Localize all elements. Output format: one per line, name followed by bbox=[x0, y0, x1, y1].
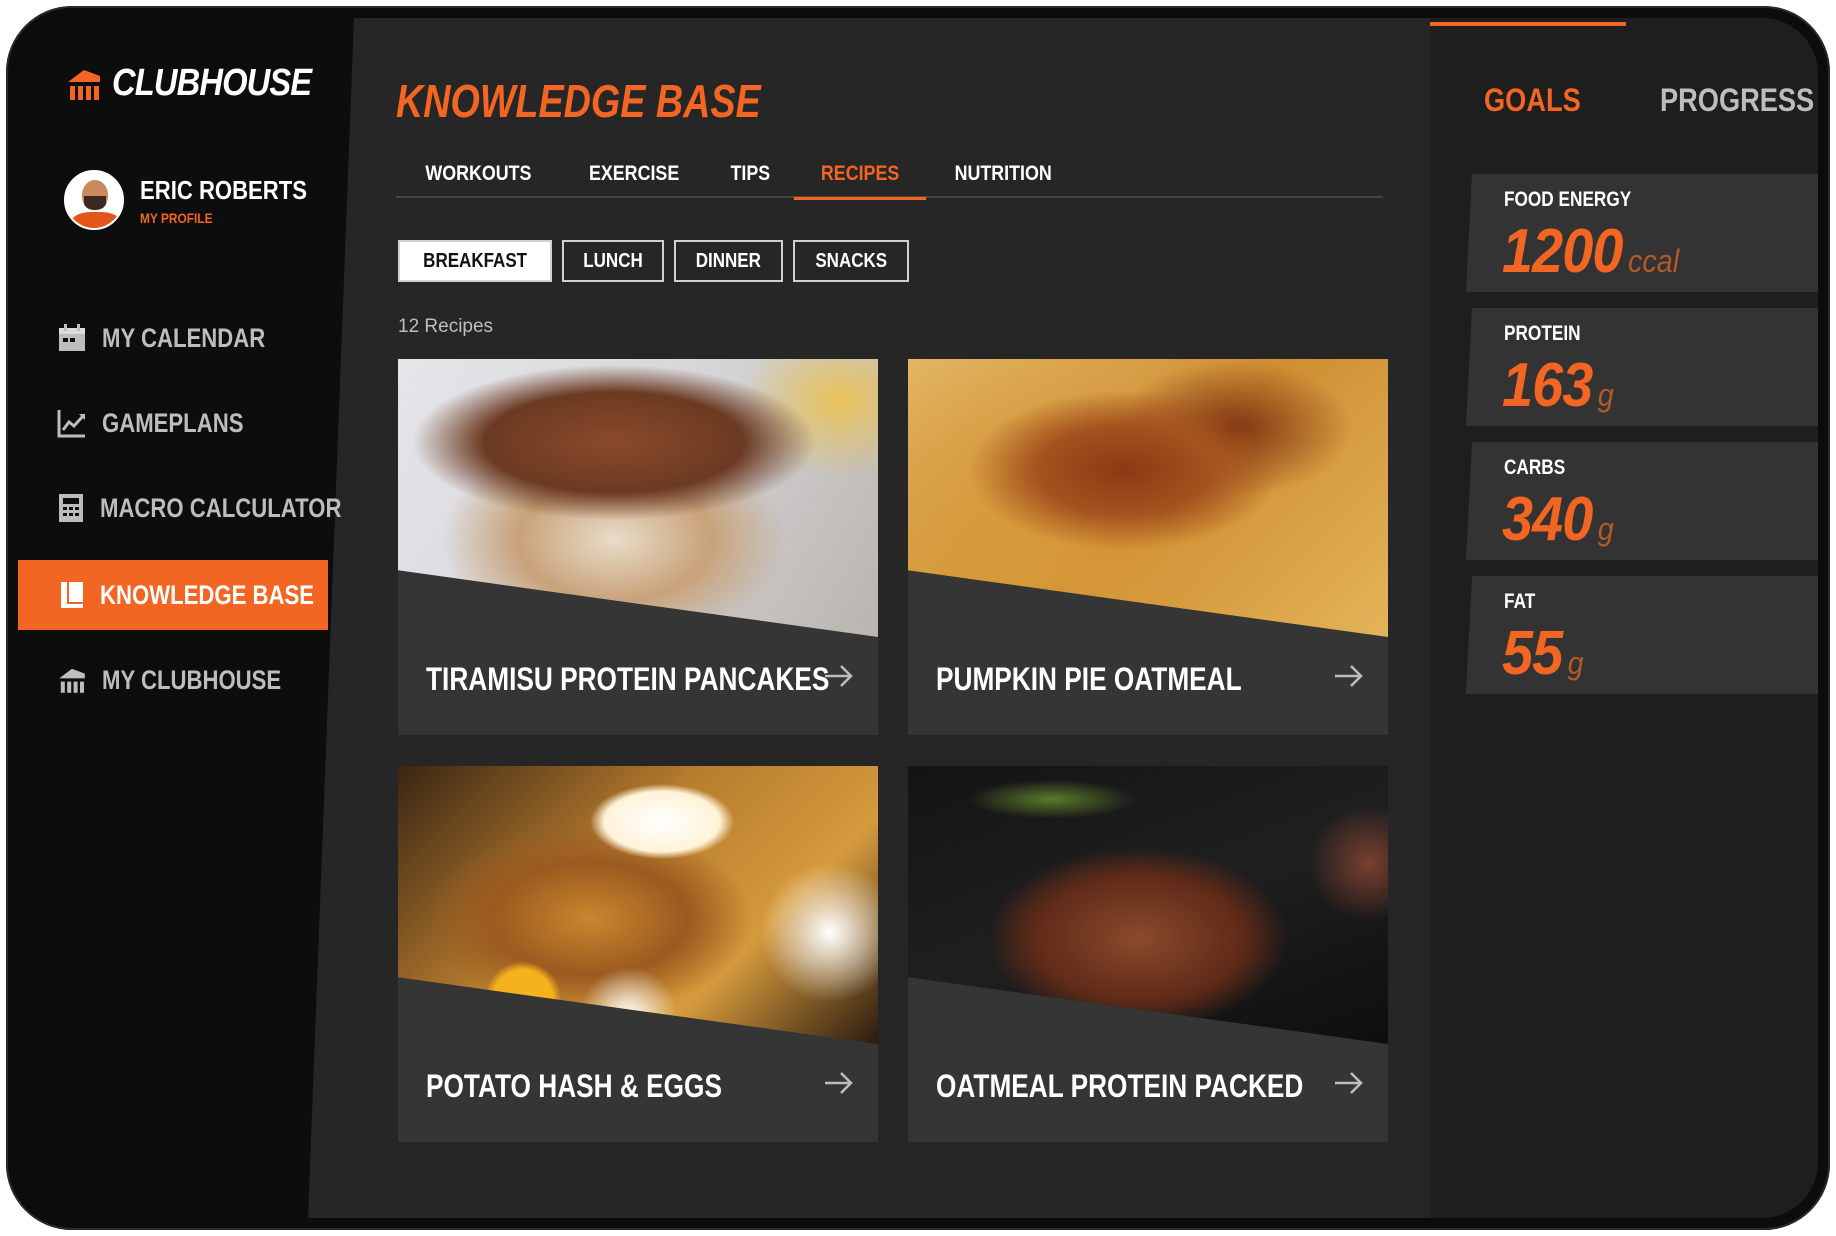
stat-value: 163 bbox=[1502, 351, 1593, 420]
stat-fat: FAT 55 g bbox=[1466, 576, 1818, 694]
sidebar-item-label: MY CLUBHOUSE bbox=[102, 664, 282, 695]
sidebar-item-label: MY CALENDAR bbox=[102, 322, 266, 353]
tab-goals[interactable]: GOALS bbox=[1484, 82, 1581, 119]
clubhouse-logo-icon bbox=[64, 64, 104, 104]
sidebar-item-label: GAMEPLANS bbox=[102, 407, 244, 438]
stat-carbs: CARBS 340 g bbox=[1466, 442, 1818, 560]
filter-dinner[interactable]: DINNER bbox=[674, 240, 783, 282]
tab-progress[interactable]: PROGRESS bbox=[1660, 82, 1814, 119]
stat-label: FOOD ENERGY bbox=[1504, 188, 1632, 211]
arrow-right-icon[interactable] bbox=[822, 1066, 856, 1100]
stat-value: 55 bbox=[1502, 619, 1563, 688]
profile-name: ERIC ROBERTS bbox=[140, 174, 307, 205]
recipe-count: 12 Recipes bbox=[398, 316, 494, 337]
stat-unit: g bbox=[1597, 511, 1614, 547]
stat-protein: PROTEIN 163 g bbox=[1466, 308, 1818, 426]
chart-line-icon bbox=[56, 407, 88, 439]
recipe-title: TIRAMISU PROTEIN PANCAKES bbox=[426, 661, 830, 697]
stat-value: 1200 bbox=[1502, 217, 1623, 286]
recipe-card[interactable]: POTATO HASH & EGGS bbox=[398, 766, 878, 1142]
recipe-card[interactable]: OATMEAL PROTEIN PACKED bbox=[908, 766, 1388, 1142]
goals-tab-indicator bbox=[1430, 22, 1626, 26]
page-title: KNOWLEDGE BASE bbox=[396, 75, 761, 127]
my-profile-link[interactable]: MY PROFILE bbox=[140, 210, 307, 226]
recipe-title: POTATO HASH & EGGS bbox=[426, 1068, 722, 1104]
recipe-title: OATMEAL PROTEIN PACKED bbox=[936, 1068, 1304, 1104]
sidebar-item-label: KNOWLEDGE BASE bbox=[100, 579, 315, 610]
sidebar-item-knowledge-base[interactable]: KNOWLEDGE BASE bbox=[18, 560, 328, 630]
user-profile[interactable]: ERIC ROBERTS MY PROFILE bbox=[64, 170, 336, 230]
tab-tips[interactable]: TIPS bbox=[707, 150, 794, 198]
stat-label: CARBS bbox=[1504, 456, 1566, 479]
recipe-title: PUMPKIN PIE OATMEAL bbox=[936, 661, 1242, 697]
sidebar-item-my-clubhouse[interactable]: MY CLUBHOUSE bbox=[18, 645, 328, 715]
arrow-right-icon[interactable] bbox=[1332, 1066, 1366, 1100]
stat-food-energy: FOOD ENERGY 1200 ccal bbox=[1466, 174, 1818, 292]
category-tabs: WORKOUTS EXERCISE TIPS RECIPES NUTRITION bbox=[396, 150, 1383, 200]
tab-workouts[interactable]: WORKOUTS bbox=[396, 150, 561, 198]
recipe-photo bbox=[398, 359, 878, 637]
sidebar-item-label: MACRO CALCULATOR bbox=[100, 492, 342, 523]
stat-value: 340 bbox=[1502, 485, 1593, 554]
avatar[interactable] bbox=[64, 170, 124, 230]
logo-text: CLUBHOUSE bbox=[112, 62, 312, 104]
app-logo[interactable]: CLUBHOUSE bbox=[64, 62, 344, 105]
recipe-photo bbox=[908, 766, 1388, 1044]
recipe-card[interactable]: TIRAMISU PROTEIN PANCAKES bbox=[398, 359, 878, 735]
recipe-photo bbox=[398, 766, 878, 1044]
meal-filters: BREAKFAST LUNCH DINNER SNACKS bbox=[398, 240, 910, 282]
filter-breakfast[interactable]: BREAKFAST bbox=[398, 240, 553, 282]
stat-unit: ccal bbox=[1627, 243, 1680, 279]
arrow-right-icon[interactable] bbox=[822, 659, 856, 693]
tablet-frame: CLUBHOUSE ERIC ROBERTS MY PROFILE MY CAL… bbox=[6, 6, 1830, 1230]
stat-label: FAT bbox=[1504, 590, 1536, 613]
stat-label: PROTEIN bbox=[1504, 322, 1581, 345]
calculator-icon bbox=[56, 492, 86, 524]
recipe-card[interactable]: PUMPKIN PIE OATMEAL bbox=[908, 359, 1388, 735]
app-screen: CLUBHOUSE ERIC ROBERTS MY PROFILE MY CAL… bbox=[18, 18, 1818, 1218]
book-icon bbox=[56, 579, 86, 611]
sidebar-item-macro-calculator[interactable]: MACRO CALCULATOR bbox=[18, 473, 341, 543]
clubhouse-icon bbox=[56, 664, 88, 696]
stat-unit: g bbox=[1567, 645, 1584, 681]
tab-nutrition[interactable]: NUTRITION bbox=[926, 150, 1080, 198]
sidebar-item-my-calendar[interactable]: MY CALENDAR bbox=[18, 303, 328, 373]
filter-lunch[interactable]: LUNCH bbox=[562, 240, 665, 282]
tab-exercise[interactable]: EXERCISE bbox=[561, 150, 707, 198]
recipe-photo bbox=[908, 359, 1388, 637]
filter-snacks[interactable]: SNACKS bbox=[792, 240, 910, 282]
stat-unit: g bbox=[1597, 377, 1614, 413]
tab-recipes[interactable]: RECIPES bbox=[793, 150, 927, 200]
arrow-right-icon[interactable] bbox=[1332, 659, 1366, 693]
calendar-icon bbox=[56, 322, 88, 354]
sidebar-item-gameplans[interactable]: GAMEPLANS bbox=[18, 388, 328, 458]
